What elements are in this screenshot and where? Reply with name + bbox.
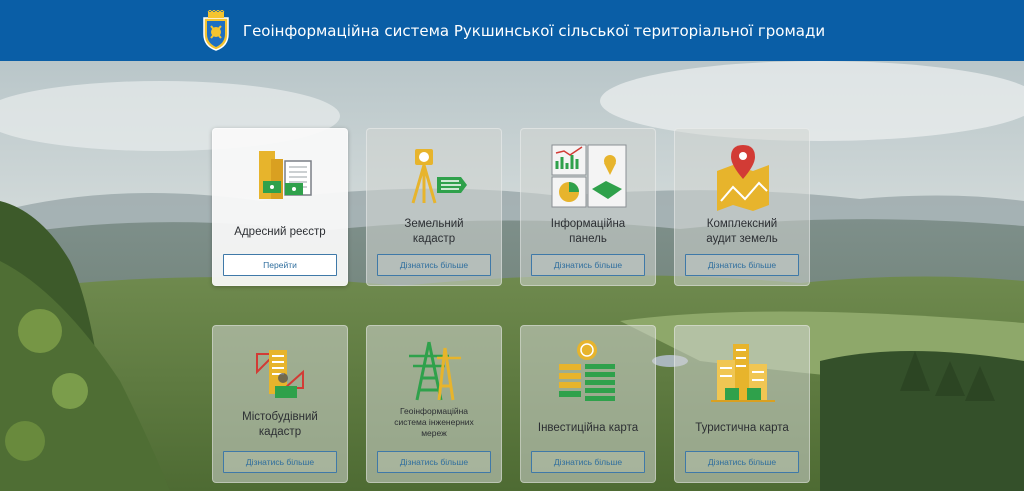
card-land-audit[interactable]: Комплексний аудит земель Дізнатись більше (674, 128, 810, 286)
card-info-panel[interactable]: Інформаційна панель Дізнатись більше (520, 128, 656, 286)
coins-icon (559, 340, 615, 401)
card-label: Містобудівний кадастр (242, 411, 318, 438)
card-label: Інвестиційна карта (537, 422, 639, 434)
tourism-city-icon (711, 344, 775, 402)
top-header: Геоінформаційна система Рукшинської сіль… (0, 0, 1024, 61)
card-address-registry[interactable]: Адресний реєстр Перейти (212, 128, 348, 286)
card-label: Геоінформаційна система інженерних мереж (394, 406, 474, 438)
learn-more-button[interactable]: Дізнатись більше (377, 254, 491, 276)
map-pin-icon (717, 145, 769, 211)
page-title: Геоінформаційна система Рукшинської сіль… (242, 21, 826, 40)
landscape-image (0, 61, 1024, 491)
card-label: Туристична карта (695, 422, 789, 434)
card-label: Комплексний аудит земель (706, 218, 778, 245)
learn-more-button[interactable]: Дізнатись більше (223, 451, 337, 473)
card-label: Інформаційна панель (550, 218, 626, 245)
power-tower-icon (409, 341, 461, 401)
card-urban-cadastre[interactable]: Містобудівний кадастр Дізнатись більше (212, 325, 348, 483)
card-land-cadastre[interactable]: Земельний кадастр Дізнатись більше (366, 128, 502, 286)
card-investment-map[interactable]: Інвестиційна карта Дізнатись більше (520, 325, 656, 483)
dashboard-icon (551, 144, 627, 208)
learn-more-button[interactable]: Дізнатись більше (685, 254, 799, 276)
learn-more-button[interactable]: Дізнатись більше (531, 254, 645, 276)
learn-more-button[interactable]: Дізнатись більше (377, 451, 491, 473)
coat-of-arms-icon[interactable] (199, 9, 233, 52)
learn-more-button[interactable]: Дізнатись більше (685, 451, 799, 473)
learn-more-button[interactable]: Дізнатись більше (531, 451, 645, 473)
card-label: Адресний реєстр (234, 226, 326, 238)
card-label: Земельний кадастр (404, 218, 464, 245)
address-registry-icon (259, 151, 312, 199)
landscape-background: Адресний реєстр Перейти Земельний кадастр… (0, 61, 1024, 491)
go-button[interactable]: Перейти (223, 254, 337, 276)
land-survey-icon (411, 149, 467, 204)
urban-cadastre-icon (256, 350, 304, 398)
card-tourist-map[interactable]: Туристична карта Дізнатись більше (674, 325, 810, 483)
card-engineering-networks[interactable]: Геоінформаційна система інженерних мереж Д… (366, 325, 502, 483)
